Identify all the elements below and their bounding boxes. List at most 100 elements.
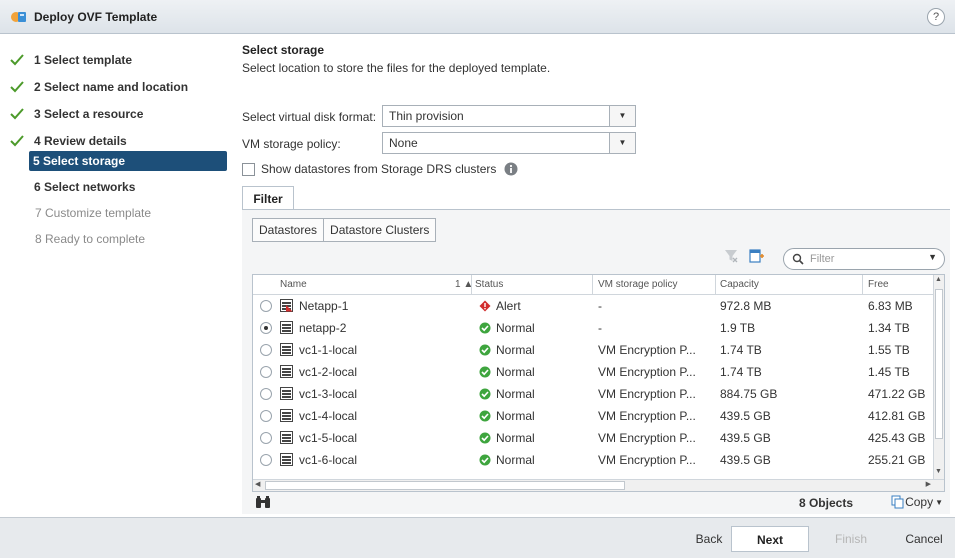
cell-free: 471.22 GB <box>868 387 926 401</box>
checkmark-icon <box>10 81 24 93</box>
cell-name: vc1-3-local <box>299 387 358 401</box>
chevron-down-icon: ▼ <box>609 106 635 126</box>
table-row[interactable]: Netapp-1 Alert - 972.8 MB 6.83 MB <box>253 296 935 317</box>
next-button[interactable]: Next <box>731 526 809 552</box>
show-drs-label: Show datastores from Storage DRS cluster… <box>261 162 497 176</box>
table-row[interactable]: vc1-3-local Normal VM Encryption P... 884.7… <box>253 384 935 405</box>
status-ok-icon <box>479 410 491 422</box>
cell-name: vc1-4-local <box>299 409 358 423</box>
datastores-button[interactable]: Datastores <box>252 218 325 242</box>
col-name[interactable]: Name <box>280 279 307 290</box>
row-radio[interactable] <box>260 388 272 400</box>
status-ok-icon <box>479 322 491 334</box>
cell-status: Normal <box>496 431 535 445</box>
wizard-footer: Back Next Finish Cancel <box>0 517 955 558</box>
datastore-alert-icon <box>280 299 293 312</box>
cancel-button[interactable]: Cancel <box>885 526 955 552</box>
datastore-clusters-button[interactable]: Datastore Clusters <box>324 218 437 242</box>
main-content: Select storage Select location to store … <box>232 35 955 517</box>
finish-button[interactable]: Finish <box>812 526 890 552</box>
col-status[interactable]: Status <box>475 279 503 290</box>
cell-capacity: 439.5 GB <box>720 409 771 423</box>
tab-filter[interactable]: Filter <box>242 186 294 210</box>
status-ok-icon <box>479 432 491 444</box>
cell-free: 1.34 TB <box>868 321 910 335</box>
cell-capacity: 972.8 MB <box>720 299 772 313</box>
datastore-icon <box>280 365 293 378</box>
wizard-step-label: 1 Select template <box>34 53 133 67</box>
cell-capacity: 1.9 TB <box>720 321 756 335</box>
row-radio[interactable] <box>260 344 272 356</box>
wizard-step-label: 3 Select a resource <box>34 107 144 121</box>
wizard-step-label: 6 Select networks <box>34 180 136 194</box>
cell-free: 412.81 GB <box>868 409 926 423</box>
table-row[interactable]: vc1-5-local Normal VM Encryption P... 439.5… <box>253 428 935 449</box>
wizard-step-7[interactable]: 7 Customize template <box>0 202 232 224</box>
cell-capacity: 439.5 GB <box>720 431 771 445</box>
filter-dropdown-icon[interactable]: ▼ <box>928 252 937 262</box>
wizard-step-label: 5 Select storage <box>33 154 126 168</box>
wizard-step-3[interactable]: 3 Select a resource <box>0 103 232 125</box>
horizontal-scrollbar[interactable]: ◀ ▶ <box>253 479 944 491</box>
show-drs-checkbox[interactable] <box>242 162 255 176</box>
disk-format-select[interactable]: Thin provision ▼ <box>382 105 636 127</box>
filter-search: ▼ <box>783 248 945 270</box>
cell-policy: VM Encryption P... <box>598 431 696 445</box>
chevron-down-icon: ▼ <box>609 133 635 153</box>
cell-name: Netapp-1 <box>299 299 349 313</box>
col-policy[interactable]: VM storage policy <box>598 279 677 290</box>
cell-free: 1.55 TB <box>868 343 910 357</box>
table-footer: 8 Objects Copy ▼ <box>252 494 945 512</box>
cell-status: Normal <box>496 409 535 423</box>
wizard-step-8[interactable]: 8 Ready to complete <box>0 228 232 250</box>
policy-select[interactable]: None ▼ <box>382 132 636 154</box>
copy-button[interactable]: Copy ▼ <box>891 495 943 509</box>
col-capacity[interactable]: Capacity <box>720 279 759 290</box>
cell-status: Normal <box>496 387 535 401</box>
alert-icon <box>479 300 491 312</box>
row-radio[interactable] <box>260 410 272 422</box>
wizard-step-label: 8 Ready to complete <box>35 232 146 246</box>
cell-policy: VM Encryption P... <box>598 343 696 357</box>
cell-free: 425.43 GB <box>868 431 926 445</box>
wizard-steps: 1 Select template 2 Select name and locat… <box>0 35 232 517</box>
cell-name: vc1-2-local <box>299 365 358 379</box>
status-ok-icon <box>479 366 491 378</box>
cell-capacity: 1.74 TB <box>720 343 762 357</box>
wizard-step-5[interactable]: 5 Select storage <box>0 150 232 172</box>
table-row[interactable]: vc1-4-local Normal VM Encryption P... 439.5… <box>253 406 935 427</box>
table-row[interactable]: vc1-2-local Normal VM Encryption P... 1.74 … <box>253 362 935 383</box>
row-radio[interactable] <box>260 432 272 444</box>
row-radio[interactable] <box>260 366 272 378</box>
cell-policy: - <box>598 321 602 335</box>
checkmark-icon <box>10 54 24 66</box>
status-ok-icon <box>479 388 491 400</box>
cell-status: Normal <box>496 453 535 467</box>
filter-input[interactable] <box>808 251 916 267</box>
page-description: Select location to store the files for t… <box>242 61 551 75</box>
table-row[interactable]: vc1-1-local Normal VM Encryption P... 1.74 … <box>253 340 935 361</box>
info-icon[interactable] <box>504 162 518 176</box>
checkmark-icon <box>10 135 24 147</box>
row-radio[interactable] <box>260 454 272 466</box>
col-free[interactable]: Free <box>868 279 889 290</box>
table-row[interactable]: netapp-2 Normal - 1.9 TB 1.34 TB <box>253 318 935 339</box>
table-row[interactable]: vc1-6-local Normal VM Encryption P... 439.5… <box>253 450 935 471</box>
wizard-step-4[interactable]: 4 Review details <box>0 130 232 152</box>
cell-name: vc1-1-local <box>299 343 358 357</box>
wizard-step-6[interactable]: 6 Select networks <box>0 176 232 198</box>
columns-icon[interactable] <box>749 248 765 264</box>
cell-free: 255.21 GB <box>868 453 926 467</box>
checkmark-icon <box>10 108 24 120</box>
row-radio[interactable] <box>260 300 272 312</box>
cell-capacity: 884.75 GB <box>720 387 778 401</box>
window-title: Deploy OVF Template <box>34 9 158 24</box>
wizard-step-2[interactable]: 2 Select name and location <box>0 76 232 98</box>
clear-filter-icon[interactable] <box>724 248 738 264</box>
row-radio[interactable] <box>260 322 272 334</box>
wizard-step-1[interactable]: 1 Select template <box>0 49 232 71</box>
cell-capacity: 439.5 GB <box>720 453 771 467</box>
binoculars-icon[interactable] <box>255 495 271 509</box>
help-icon[interactable]: ? <box>927 8 945 26</box>
vertical-scrollbar[interactable]: ▲ ▼ <box>933 275 944 480</box>
